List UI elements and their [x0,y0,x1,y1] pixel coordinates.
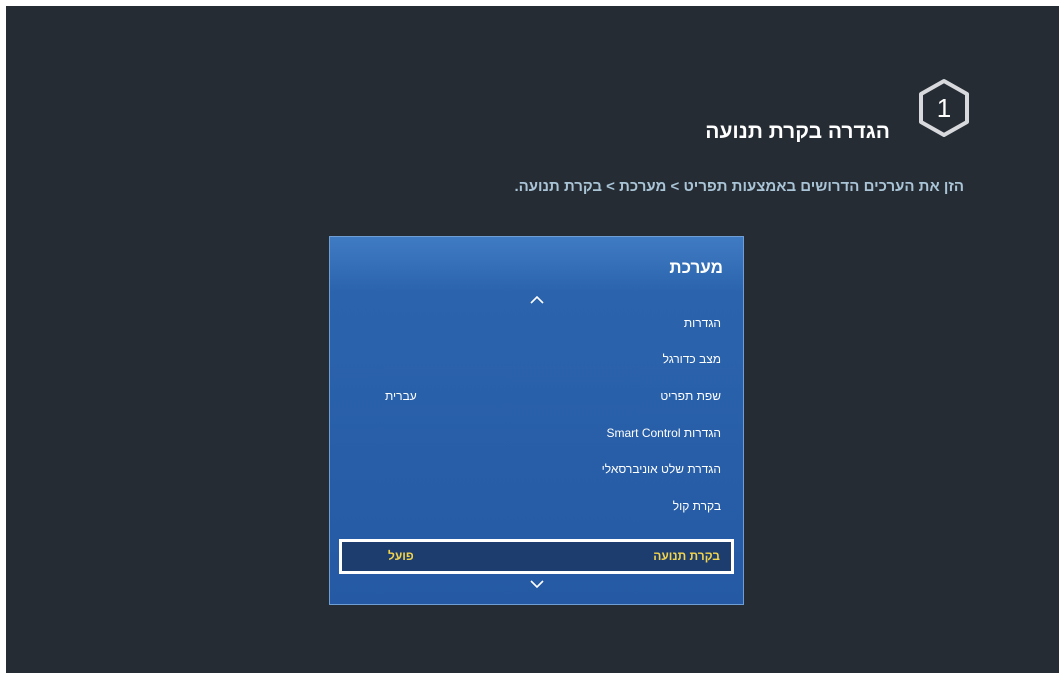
menu-item-motion-control[interactable]: בקרת תנועה פועל [339,539,734,574]
menu-item-settings[interactable]: הגדרות [330,307,743,341]
menu-item-label: שפת תפריט [660,389,721,403]
step-hexagon-icon: 1 [917,78,971,138]
chevron-up-icon[interactable] [530,295,544,305]
menu-item-value: פועל [388,549,414,563]
menu-title: מערכת [669,258,723,277]
chevron-down-icon[interactable] [530,579,544,589]
menu-item-label: בקרת תנועה [653,549,720,563]
instruction-text: הזן את הערכים הדרושים באמצעות תפריט > מע… [514,178,964,195]
menu-item-label: הגדרות Smart Control [606,426,721,440]
menu-item-label: הגדרת שלט אוניברסאלי [601,462,721,476]
menu-item-label: הגדרות [683,316,721,330]
menu-item-universal-remote-setup[interactable]: הגדרת שלט אוניברסאלי [330,453,743,487]
menu-item-menu-language[interactable]: שפת תפריט עברית [330,380,743,414]
page-title: הגדרה בקרת תנועה [705,120,890,143]
menu-item-label: בקרת קול [672,499,721,513]
system-menu-panel: מערכת הגדרות מצב כדורגל שפת תפריט עברית … [329,236,744,605]
step-number: 1 [936,92,952,123]
menu-item-label: מצב כדורגל [662,352,721,366]
menu-item-value: עברית [385,389,417,403]
menu-item-voice-control[interactable]: בקרת קול [330,490,743,524]
menu-item-football-mode[interactable]: מצב כדורגל [330,343,743,377]
tv-screen: 1 הגדרה בקרת תנועה הזן את הערכים הדרושים… [6,6,1059,673]
menu-item-smart-control-settings[interactable]: הגדרות Smart Control [330,417,743,451]
